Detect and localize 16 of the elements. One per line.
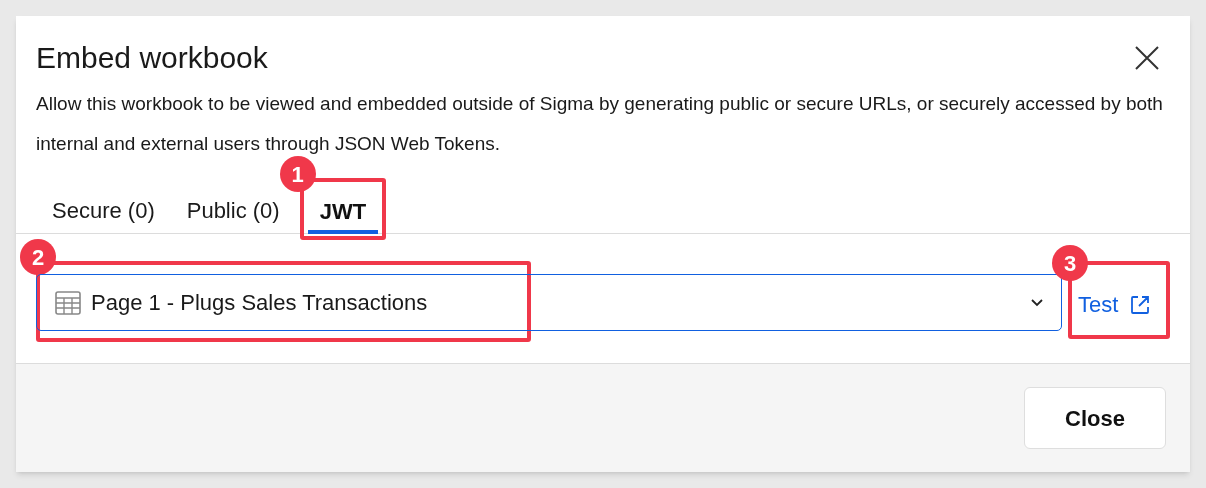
test-link[interactable]: Test — [1078, 290, 1151, 320]
dialog-description: Allow this workbook to be viewed and embedded outside of Sigma by generating public or secure URLs, or securely accessed by both internal and external users through JSON Web Tokens. — [36, 92, 1164, 156]
tab[interactable]: Secure (0) — [36, 191, 171, 233]
step-badge: 3 — [1052, 245, 1088, 281]
tab[interactable]: Public (0) — [170, 191, 296, 233]
table-icon — [55, 290, 81, 315]
chevron-down-icon — [1031, 298, 1043, 307]
close-icon[interactable] — [1134, 45, 1160, 71]
external-link-icon — [1130, 295, 1151, 315]
page-select[interactable]: Page 1 - Plugs Sales Transactions — [36, 274, 1062, 331]
tab[interactable]: JWT — [307, 192, 379, 234]
step-badge: 1 — [279, 156, 316, 192]
step-badge: 2 — [20, 239, 56, 275]
close-button[interactable]: Close — [1024, 387, 1166, 449]
select-value: Page 1 - Plugs Sales Transactions — [91, 289, 429, 317]
dialog-title: Embed workbook — [36, 40, 268, 76]
